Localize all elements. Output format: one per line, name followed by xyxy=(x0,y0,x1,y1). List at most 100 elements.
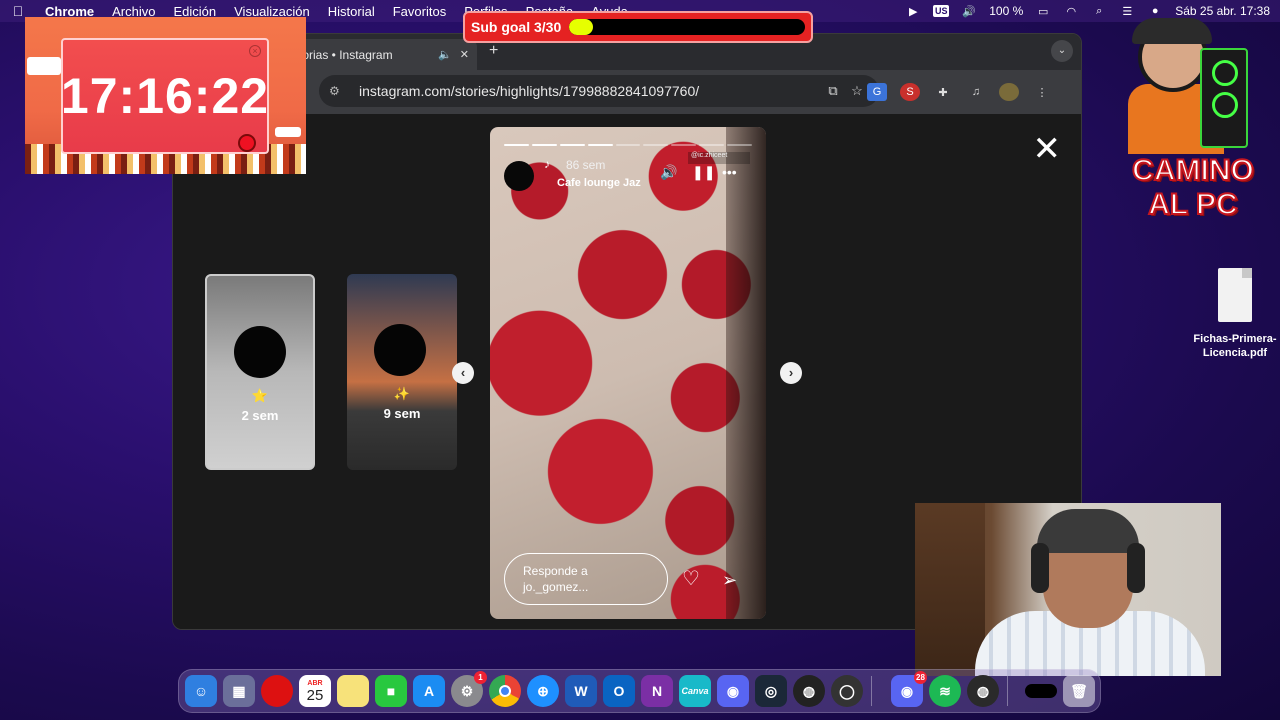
battery-percent[interactable]: 100 % xyxy=(989,4,1023,18)
notes-icon[interactable] xyxy=(337,675,369,707)
previous-story-chevron-left-icon[interactable]: ‹ xyxy=(452,362,474,384)
menu-favoritos[interactable]: Favoritos xyxy=(384,4,455,19)
next-story-chevron-right-icon[interactable]: › xyxy=(780,362,802,384)
clock-close-icon[interactable]: × xyxy=(249,45,261,57)
bookmark-star-icon[interactable]: ☆ xyxy=(845,83,869,99)
story-progress-segment xyxy=(587,144,613,146)
camino-al-pc-logo: CAMINO AL PC xyxy=(1118,18,1268,228)
word-icon[interactable]: W xyxy=(565,675,597,707)
pixel-balloon-icon xyxy=(238,134,256,152)
pixel-cloud xyxy=(275,127,301,137)
install-app-icon[interactable]: ⧉ xyxy=(821,83,845,99)
pdf-document-icon xyxy=(1218,268,1252,322)
like-heart-icon[interactable]: ♡ xyxy=(682,566,700,591)
story-progress-segment xyxy=(727,144,753,146)
webcam-app-icon[interactable]: ◯ xyxy=(831,675,863,707)
red-app-icon[interactable] xyxy=(261,675,293,707)
logo-title-line2: AL PC xyxy=(1147,187,1238,222)
clock-overlay: 17:16:22 × xyxy=(25,17,306,174)
story-progress-segment xyxy=(559,144,585,146)
pc-fan-icon xyxy=(1212,60,1238,86)
tab-instagram-stories[interactable]: torias • Instagram 🔈 ✕ xyxy=(291,39,477,70)
menu-historial[interactable]: Historial xyxy=(319,4,384,19)
extensions-area: G S ✚ ♫ ⋮ xyxy=(867,83,1052,101)
red-extension-icon[interactable]: S xyxy=(900,83,920,101)
story-pan-edge xyxy=(726,127,766,619)
url-text[interactable]: instagram.com/stories/highlights/1799888… xyxy=(359,83,821,99)
tab-title: torias • Instagram xyxy=(299,47,393,62)
sub-goal-overlay: Sub goal 3/30 xyxy=(463,11,813,43)
obs-recording-icon[interactable]: ◍ xyxy=(967,675,999,707)
trash-icon[interactable]: 🗑 xyxy=(1063,675,1095,707)
thumb-emoji: ⭐ xyxy=(251,388,269,403)
close-viewer-icon[interactable]: ✕ xyxy=(1033,132,1062,166)
settings-badge: 1 xyxy=(474,671,487,684)
sub-goal-fill xyxy=(569,19,593,35)
volume-icon[interactable]: 🔊 xyxy=(961,4,977,18)
system-settings-icon[interactable]: ⚙ 1 xyxy=(451,671,487,707)
tab-close-icon[interactable]: ✕ xyxy=(460,48,469,61)
headphone-left xyxy=(1031,543,1049,593)
chrome-icon[interactable] xyxy=(489,675,521,707)
discord-icon[interactable]: ◉ xyxy=(717,675,749,707)
facetime-icon[interactable]: ■ xyxy=(375,675,407,707)
safari-icon[interactable]: ⊕ xyxy=(527,675,559,707)
webcam-shelf xyxy=(915,503,985,676)
story-progress-segment xyxy=(643,144,669,146)
file-name-line1: Fichas-Primera- xyxy=(1193,333,1277,345)
thumb-age: 9 sem xyxy=(383,406,421,421)
dock: ☺ ▦ ABR 25 ■ A ⚙ 1 ⊕ W O N Canva ◉ ◎ ◍ ◯ … xyxy=(178,669,1101,713)
thumb-avatar xyxy=(234,326,286,378)
address-bar[interactable]: ⚙ instagram.com/stories/highlights/17998… xyxy=(319,75,879,107)
story-progress-segment xyxy=(531,144,557,146)
profile-avatar[interactable] xyxy=(999,83,1019,101)
translate-extension-icon[interactable]: G xyxy=(867,83,887,101)
active-story[interactable]: ♪ 86 sem Cafe lounge Jaz @ic.zhiceet 🔊 ❚… xyxy=(490,127,766,619)
media-controls-icon[interactable]: ♫ xyxy=(966,83,986,101)
logo-pc-tower xyxy=(1200,48,1248,148)
browser-menu-icon[interactable]: ⋮ xyxy=(1032,83,1052,101)
wifi-icon[interactable]: ◠ xyxy=(1063,4,1079,18)
discord-running-icon[interactable]: ◉ 28 xyxy=(891,671,927,707)
share-send-icon[interactable]: ➢ xyxy=(722,570,737,591)
onenote-icon[interactable]: N xyxy=(641,675,673,707)
finder-icon[interactable]: ☺ xyxy=(185,675,217,707)
story-song-title[interactable]: Cafe lounge Jaz xyxy=(557,177,641,189)
calendar-icon[interactable]: ABR 25 xyxy=(299,675,331,707)
story-progress-segment xyxy=(699,144,725,146)
tab-search-chevron-icon[interactable]: ⌄ xyxy=(1051,40,1073,62)
more-options-icon[interactable]: ••• xyxy=(722,164,737,180)
steam-icon[interactable]: ◎ xyxy=(755,675,787,707)
extensions-puzzle-icon[interactable]: ✚ xyxy=(933,83,953,101)
pause-icon[interactable]: ❚❚ xyxy=(692,164,715,181)
app-store-icon[interactable]: A xyxy=(413,675,445,707)
spotify-icon[interactable]: ≋ xyxy=(929,675,961,707)
story-thumb-2[interactable]: ✨ 9 sem xyxy=(347,274,457,470)
input-source-icon[interactable]: US xyxy=(932,4,950,18)
browser-toolbar: ⚙ instagram.com/stories/highlights/17998… xyxy=(173,70,1081,114)
control-center-icon[interactable]: ☰ xyxy=(1119,4,1135,18)
reply-input[interactable]: Responde a jo._gomez... xyxy=(504,553,668,605)
launchpad-icon[interactable]: ▦ xyxy=(223,675,255,707)
desktop-pdf-file[interactable]: Fichas-Primera- Licencia.pdf xyxy=(1190,268,1280,360)
tab-audio-icon[interactable]: 🔈 xyxy=(438,48,452,61)
reply-placeholder-line1: Responde a xyxy=(523,564,588,578)
story-author-avatar[interactable] xyxy=(504,161,534,191)
new-tab-icon[interactable]: + xyxy=(489,42,498,60)
outlook-icon[interactable]: O xyxy=(603,675,635,707)
menubar-clock[interactable]: Sáb 25 abr. 17:38 xyxy=(1175,4,1270,18)
obs-icon[interactable]: ◍ xyxy=(793,675,825,707)
siri-icon[interactable]: ● xyxy=(1147,4,1163,18)
story-thumb-1[interactable]: ⭐ 2 sem xyxy=(205,274,315,470)
thumb-emoji: ✨ xyxy=(393,386,411,401)
site-info-icon[interactable]: ⚙ xyxy=(329,84,351,98)
spotlight-search-icon[interactable]: ⌕ xyxy=(1091,4,1107,18)
black-window-icon[interactable] xyxy=(1025,684,1057,698)
story-mention-sticker[interactable]: @ic.zhiceet xyxy=(688,152,750,164)
play-icon[interactable]: ▶ xyxy=(905,4,921,18)
clock-face: 17:16:22 × xyxy=(61,38,269,154)
canva-icon[interactable]: Canva xyxy=(679,675,711,707)
mute-speaker-icon[interactable]: 🔊 xyxy=(660,164,677,181)
battery-icon[interactable]: ▭ xyxy=(1035,4,1051,18)
input-source-label: US xyxy=(932,5,950,17)
